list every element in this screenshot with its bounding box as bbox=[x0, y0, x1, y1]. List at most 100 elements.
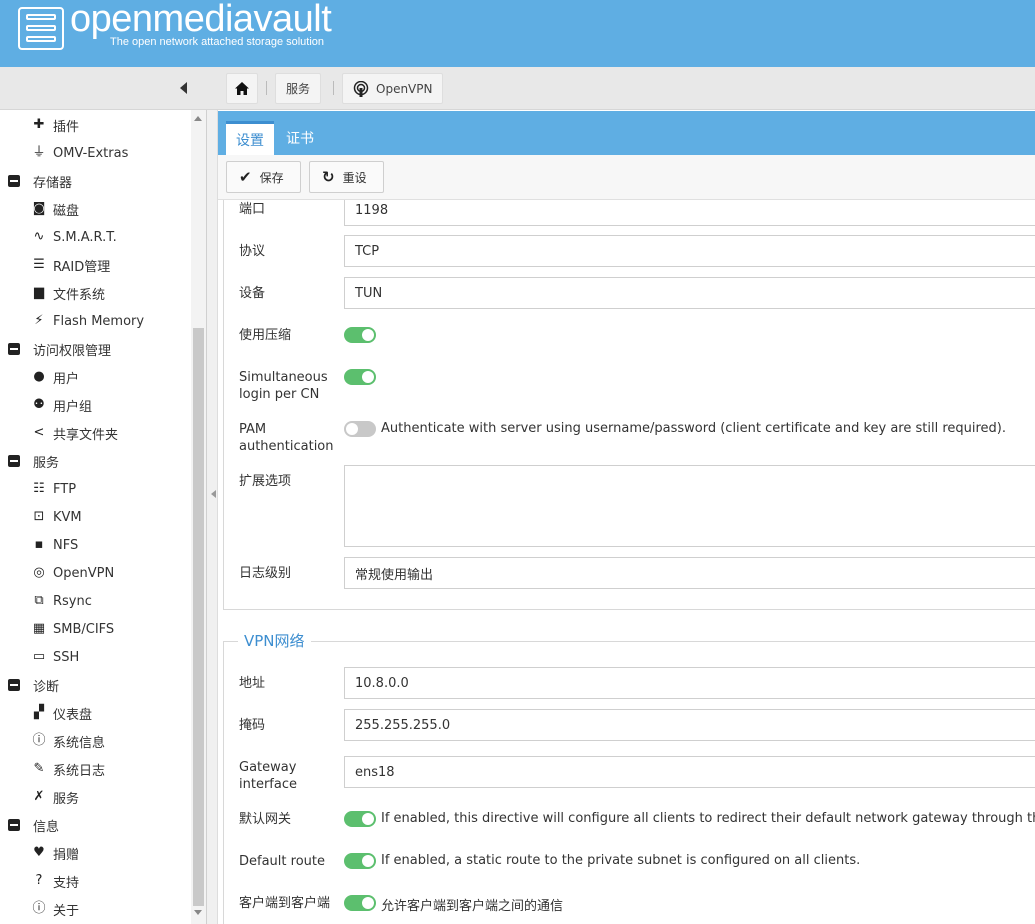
address-label: 地址 bbox=[239, 676, 266, 691]
sidebar-item-ftp[interactable]: ☷ FTP bbox=[0, 475, 190, 503]
sidebar-item-label: 存储器 bbox=[33, 175, 73, 191]
gateway-interface-label: Gateway interface bbox=[239, 760, 297, 792]
plugin-icon: ✚ bbox=[33, 117, 45, 132]
sidebar-item-ssh[interactable]: ▭ SSH bbox=[0, 643, 190, 671]
collapse-sidebar-icon[interactable] bbox=[180, 82, 187, 94]
rsync-icon: ⧉ bbox=[34, 593, 44, 608]
reset-button[interactable]: ↻ 重设 bbox=[309, 161, 384, 193]
sidebar-item-entry-23[interactable]: ✎ 系统日志 bbox=[0, 755, 190, 783]
extra-options-label: 扩展选项 bbox=[239, 474, 292, 489]
check-icon: ✔ bbox=[239, 168, 252, 186]
splitter-collapse-icon[interactable] bbox=[211, 490, 216, 498]
openvpn-icon: ◎ bbox=[33, 565, 45, 580]
compression-toggle[interactable] bbox=[344, 327, 376, 343]
sidebar-item-nfs[interactable]: ▪ NFS bbox=[0, 531, 190, 559]
scroll-down-icon[interactable] bbox=[194, 910, 202, 915]
sidebar-item-rsync[interactable]: ⧉ Rsync bbox=[0, 587, 190, 615]
mask-label: 掩码 bbox=[239, 718, 266, 733]
sidebar-item-entry-6[interactable]: ▆ 文件系统 bbox=[0, 279, 190, 307]
sidebar-item-label: 用户 bbox=[53, 371, 80, 387]
tab-certificates[interactable]: 证书 bbox=[276, 121, 324, 155]
sidebar-item-entry-24[interactable]: ✗ 服务 bbox=[0, 783, 190, 811]
tab-bar: 设置 证书 bbox=[218, 111, 1035, 155]
sidebar-item-entry-21[interactable]: ▞ 仪表盘 bbox=[0, 699, 190, 727]
question-icon: ? bbox=[35, 873, 43, 888]
default-gateway-label: 默认网关 bbox=[239, 812, 292, 827]
nfs-icon: ▪ bbox=[34, 537, 44, 552]
sidebar-item-smb-cifs[interactable]: ▦ SMB/CIFS bbox=[0, 615, 190, 643]
sidebar-item-entry-28[interactable]: ⓘ 关于 bbox=[0, 895, 190, 923]
sidebar-item-label: 捐赠 bbox=[53, 847, 80, 863]
sidebar-item-entry-26[interactable]: ♥ 捐赠 bbox=[0, 839, 190, 867]
pam-toggle[interactable] bbox=[344, 421, 376, 437]
sidebar-item-entry-22[interactable]: ⓘ 系统信息 bbox=[0, 727, 190, 755]
sidebar-item-entry-11[interactable]: < 共享文件夹 bbox=[0, 419, 190, 447]
windows-icon: ▦ bbox=[32, 621, 46, 636]
loglevel-select[interactable]: 常规使用输出 bbox=[344, 557, 1035, 589]
breadcrumb-services[interactable]: 服务 bbox=[275, 73, 322, 104]
sidebar-item-omv-extras[interactable]: ⏚ OMV-Extras bbox=[0, 139, 190, 167]
sidebar-item-label: 服务 bbox=[33, 455, 60, 471]
users-icon: ⚉ bbox=[33, 397, 45, 412]
device-label: 设备 bbox=[239, 286, 266, 301]
ftp-icon: ☷ bbox=[33, 481, 45, 496]
extra-options-textarea[interactable] bbox=[344, 465, 1035, 547]
sidebar-group-entry-2[interactable]: 存储器 bbox=[0, 167, 190, 195]
home-icon bbox=[235, 82, 249, 95]
default-gateway-toggle[interactable] bbox=[344, 811, 376, 827]
disk-icon: ◙ bbox=[32, 201, 46, 216]
collapse-minus-icon bbox=[8, 679, 20, 691]
refresh-icon: ↻ bbox=[322, 168, 335, 186]
sidebar-item-label: 服务 bbox=[53, 791, 80, 807]
mask-field[interactable]: 255.255.255.0 bbox=[344, 709, 1035, 741]
sidebar-item-openvpn[interactable]: ◎ OpenVPN bbox=[0, 559, 190, 587]
sidebar-item-entry-10[interactable]: ⚉ 用户组 bbox=[0, 391, 190, 419]
default-route-label: Default route bbox=[239, 854, 325, 869]
sidebar-scroll-thumb[interactable] bbox=[193, 328, 204, 906]
sidebar-item-s-m-a-r-t[interactable]: ∿ S.M.A.R.T. bbox=[0, 223, 190, 251]
sidebar-group-entry-25[interactable]: 信息 bbox=[0, 811, 190, 839]
info-icon: ⓘ bbox=[32, 733, 46, 748]
sidebar-item-raid[interactable]: ☰ RAID管理 bbox=[0, 251, 190, 279]
sidebar-item-label: NFS bbox=[53, 537, 79, 553]
toolbar: ✔ 保存 ↻ 重设 bbox=[218, 155, 1035, 200]
address-field[interactable]: 10.8.0.0 bbox=[344, 667, 1035, 699]
terminal-icon: ▭ bbox=[32, 649, 46, 664]
sidebar-item-label: Rsync bbox=[53, 593, 92, 609]
sidebar-item-label: 插件 bbox=[53, 119, 80, 135]
logo-icon bbox=[18, 7, 64, 50]
breadcrumb-openvpn[interactable]: OpenVPN bbox=[342, 73, 444, 104]
panel-splitter[interactable] bbox=[207, 110, 218, 924]
protocol-label: 协议 bbox=[239, 244, 266, 259]
tab-settings[interactable]: 设置 bbox=[226, 121, 274, 155]
sidebar-item-kvm[interactable]: ⊡ KVM bbox=[0, 503, 190, 531]
protocol-select[interactable]: TCP bbox=[344, 235, 1035, 267]
home-button[interactable] bbox=[226, 73, 258, 104]
sidebar-nav: ✚ 插件 ⏚ OMV-Extras 存储器 ◙ 磁盘 ∿ S.M.A.R.T. ☰ RAID管理 ▆ 文… bbox=[0, 110, 207, 924]
share-icon: < bbox=[33, 425, 45, 440]
sidebar-item-label: OpenVPN bbox=[53, 565, 115, 581]
save-button[interactable]: ✔ 保存 bbox=[226, 161, 301, 193]
sidebar-item-flash-memory[interactable]: ⚡ Flash Memory bbox=[0, 307, 190, 335]
scroll-up-icon[interactable] bbox=[194, 116, 202, 121]
device-select[interactable]: TUN bbox=[344, 277, 1035, 309]
default-route-description: If enabled, a static route to the privat… bbox=[381, 853, 861, 868]
pam-label: PAM authentication bbox=[239, 422, 334, 454]
sidebar-item-label: Flash Memory bbox=[53, 313, 145, 329]
sidebar-group-entry-8[interactable]: 访问权限管理 bbox=[0, 335, 190, 363]
gateway-interface-select[interactable]: ens18 bbox=[344, 756, 1035, 788]
sidebar-item-label: RAID管理 bbox=[53, 259, 111, 275]
loglevel-label: 日志级别 bbox=[239, 566, 292, 581]
simultaneous-toggle[interactable] bbox=[344, 369, 376, 385]
port-field[interactable]: 1198 bbox=[344, 200, 1035, 226]
sidebar-item-entry-9[interactable]: ● 用户 bbox=[0, 363, 190, 391]
sidebar-group-entry-12[interactable]: 服务 bbox=[0, 447, 190, 475]
sidebar-item-entry-3[interactable]: ◙ 磁盘 bbox=[0, 195, 190, 223]
default-route-toggle[interactable] bbox=[344, 853, 376, 869]
sidebar-item-entry-0[interactable]: ✚ 插件 bbox=[0, 111, 190, 139]
client-to-client-toggle[interactable] bbox=[344, 895, 376, 911]
sidebar-group-entry-20[interactable]: 诊断 bbox=[0, 671, 190, 699]
sidebar-item-entry-27[interactable]: ? 支持 bbox=[0, 867, 190, 895]
user-icon: ● bbox=[33, 369, 45, 384]
port-label: 端口 bbox=[239, 202, 266, 217]
